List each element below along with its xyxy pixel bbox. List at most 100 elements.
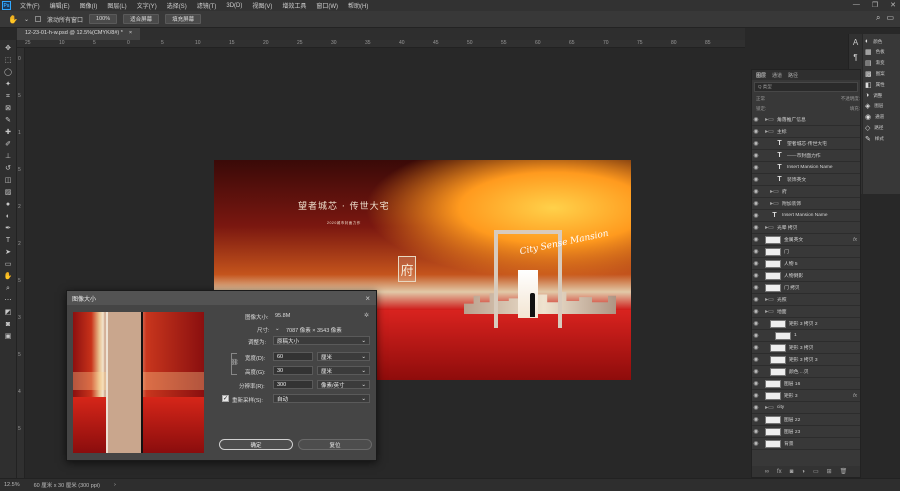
path-select-icon[interactable]: ➤ [3,247,13,257]
visibility-eye-icon[interactable]: ◉ [752,380,760,387]
visibility-eye-icon[interactable]: ◉ [752,152,760,159]
resample-checkbox[interactable]: ✓ [222,395,229,402]
adjustment-icon[interactable]: ◑ [801,469,805,475]
move-tool-icon[interactable]: ✥ [3,43,13,53]
magic-wand-icon[interactable]: ✦ [3,79,13,89]
menu-3d[interactable]: 3D(D) [221,3,247,9]
frame-tool-icon[interactable]: ⊠ [3,103,13,113]
panel-button-3[interactable]: ▩ 图案 [865,70,898,78]
resolution-input[interactable]: 300 [273,380,313,389]
layer-row[interactable]: ◉ 图层 16 [752,378,860,390]
layer-row[interactable]: ◉ T 装饰英文 [752,174,860,186]
panel-button-8[interactable]: ◇ 路径 [865,124,898,132]
layer-row[interactable]: ◉ 人物倒影 [752,270,860,282]
pen-tool-icon[interactable]: ✒ [3,223,13,233]
layer-row[interactable]: ◉ ▸▭ 光晕 拷贝 [752,222,860,234]
tab-layers[interactable]: 图层 [756,72,766,79]
more-tools-icon[interactable]: ⋯ [3,295,13,305]
layer-row[interactable]: ◉ ▸▭ 主标 [752,126,860,138]
layer-row[interactable]: ◉ 矩形 3 拷贝 [752,342,860,354]
color-swatches-icon[interactable]: ◩ [3,307,13,317]
visibility-eye-icon[interactable]: ◉ [752,416,760,423]
visibility-eye-icon[interactable]: ◉ [752,140,760,147]
constrain-link-icon[interactable]: ⛓ [231,359,239,366]
visibility-eye-icon[interactable]: ◉ [752,368,760,375]
visibility-eye-icon[interactable]: ◉ [752,440,760,447]
quick-mask-icon[interactable]: ◙ [3,319,13,329]
layer-row[interactable]: ◉ ▸▭ 光照 [752,294,860,306]
dialog-close-icon[interactable]: × [365,294,376,303]
layer-row[interactable]: ◉ 人物 5 [752,258,860,270]
layer-fx-badge[interactable]: fx [853,237,857,243]
menu-image[interactable]: 图像(I) [75,1,103,10]
layer-row[interactable]: ◉ 背景 [752,438,860,450]
layer-row[interactable]: ◉ 图层 22 [752,414,860,426]
blend-mode-select[interactable]: 正常 [756,96,765,102]
panel-button-0[interactable]: ◐ 颜色 [865,38,898,45]
menu-layer[interactable]: 图层(L) [102,1,131,10]
marquee-tool-icon[interactable]: ⬚ [3,55,13,65]
fit-screen-button[interactable]: 适合屏幕 [123,14,160,24]
visibility-eye-icon[interactable]: ◉ [752,200,760,207]
visibility-eye-icon[interactable]: ◉ [752,224,760,231]
menu-plugins[interactable]: 增效工具 [277,1,311,10]
crop-tool-icon[interactable]: ⌗ [3,91,13,101]
workspace-icon[interactable]: ▭ [886,13,894,23]
menu-help[interactable]: 帮助(H) [343,1,373,10]
maximize-icon[interactable]: ❐ [872,1,878,9]
visibility-eye-icon[interactable]: ◉ [752,260,760,267]
shape-tool-icon[interactable]: ▭ [3,259,13,269]
visibility-eye-icon[interactable]: ◉ [752,176,760,183]
delete-layer-icon[interactable]: 🗑 [840,468,848,475]
menu-filter[interactable]: 滤镜(T) [192,1,222,10]
dodge-tool-icon[interactable]: ◐ [3,211,13,221]
layer-row[interactable]: ◉ T Insert Mansion Name [752,210,860,222]
search-icon[interactable]: ⌕ [876,13,880,23]
layer-row[interactable]: ◉ 矩形 3 fx [752,390,860,402]
tab-paths[interactable]: 路径 [788,72,798,79]
visibility-eye-icon[interactable]: ◉ [752,320,760,327]
fit-to-select[interactable]: 原稿大小 ⌄ [273,336,370,345]
layer-row[interactable]: ◉ ▸▭ 附加装饰 [752,198,860,210]
layer-row[interactable]: ◉ 图层 23 [752,426,860,438]
layer-row[interactable]: ◉ ▸▭ city [752,402,860,414]
fill-screen-button[interactable]: 填充屏幕 [165,14,202,24]
visibility-eye-icon[interactable]: ◉ [752,164,760,171]
height-input[interactable]: 30 [273,366,313,375]
document-tab[interactable]: 12-23-01-h-w.psd @ 12.5%(CMYK/8#) * × [17,28,141,40]
new-layer-icon[interactable]: ⊞ [827,468,832,475]
menu-view[interactable]: 视图(V) [247,1,277,10]
visibility-eye-icon[interactable]: ◉ [752,284,760,291]
layer-row[interactable]: ◉ ▸▭ 地面 [752,306,860,318]
add-mask-icon[interactable]: ◙ [790,469,794,475]
visibility-eye-icon[interactable]: ◉ [752,428,760,435]
visibility-eye-icon[interactable]: ◉ [752,236,760,243]
minimize-icon[interactable]: — [853,1,860,9]
eyedropper-icon[interactable]: ✎ [3,115,13,125]
image-preview[interactable] [73,312,204,453]
layer-row[interactable]: ◉ 1 [752,330,860,342]
layer-fx-badge[interactable]: fx [853,393,857,399]
tool-preset-chevron-icon[interactable]: ⌄ [24,16,29,23]
gradient-tool-icon[interactable]: ▨ [3,187,13,197]
layer-row[interactable]: ◉ T 望者城芯·传世大宅 [752,138,860,150]
close-window-icon[interactable]: ✕ [890,1,896,9]
close-tab-icon[interactable]: × [129,30,132,38]
blur-tool-icon[interactable]: ● [3,199,13,209]
layer-filter-input[interactable]: Q 类型 [754,82,858,92]
panel-button-7[interactable]: ◉ 通道 [865,113,898,121]
eraser-icon[interactable]: ◫ [3,175,13,185]
settings-gear-icon[interactable]: ✲ [364,312,369,319]
clone-stamp-icon[interactable]: ⊥ [3,151,13,161]
layer-row[interactable]: ◉ ▸▭ 角落推广信息 [752,114,860,126]
layer-row[interactable]: ◉ T Insert Mansion Name [752,162,860,174]
panel-button-5[interactable]: ◑ 调整 [865,92,898,99]
character-panel-icon[interactable]: A [853,38,858,47]
visibility-eye-icon[interactable]: ◉ [752,356,760,363]
layer-row[interactable]: ◉ 颜色 ...贝 [752,366,860,378]
link-layers-icon[interactable]: ∞ [765,469,769,475]
visibility-eye-icon[interactable]: ◉ [752,332,760,339]
hand-tool-icon[interactable]: ✋ [3,271,13,281]
zoom-100-button[interactable]: 100% [89,14,118,24]
ok-button[interactable]: 确定 [219,439,293,450]
